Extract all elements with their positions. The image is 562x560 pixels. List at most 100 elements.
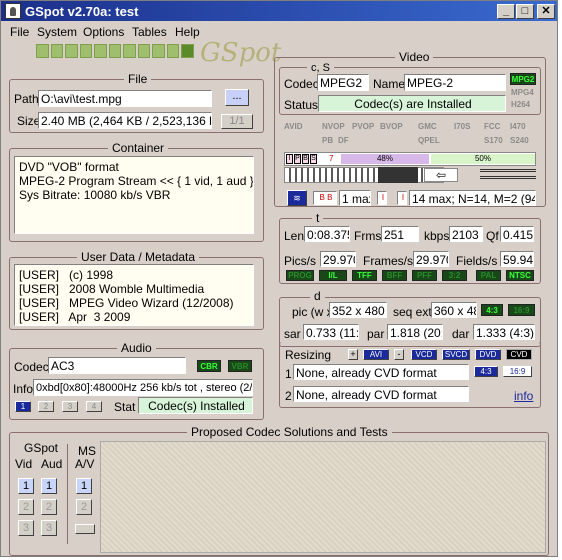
container-group-title: Container [108,141,169,155]
vid-solution-2[interactable]: 2 [18,499,34,515]
gspot-header: GSpot [24,441,59,455]
container-info-text[interactable]: DVD "VOB" format MPEG-2 Program Stream <… [14,156,254,234]
len-field: 0:08.375 [304,226,350,242]
dar-field: 1.333 (4:3) [473,324,535,340]
resize-minus-button[interactable]: - [394,349,404,360]
sar-label: sar [284,327,301,341]
scan-flag-prog: PROG [286,270,314,281]
resize-svcd-button[interactable]: SVCD [442,349,470,360]
par-label: par [367,327,385,341]
path-field[interactable]: O:\avi\test.mpg [38,90,212,107]
flag-pvop: PVOP [352,122,375,131]
vid-solution-1[interactable]: 1 [18,478,34,494]
ratio-4-3-indicator: 4:3 [481,304,503,316]
aud-solution-1[interactable]: 1 [41,478,57,494]
gop-arrow-icon: ⇦ [424,168,458,182]
t-group-title: t [312,211,324,225]
size-field: 2.40 MB (2,464 KB / 2,523,136 byt [38,112,212,129]
flag-gmc: GMC [418,122,437,131]
ratio-16-9-indicator: 16:9 [508,304,535,316]
menu-system[interactable]: System [37,25,77,39]
maximize-button[interactable]: □ [516,4,534,19]
ms-header: MS [78,444,96,458]
scan-flags: PROG I/L TFF BFF PFF 3:2 PAL NTSC [286,270,536,282]
proposed-group-title: Proposed Codec Solutions and Tests [187,425,392,439]
ms-solution-1[interactable]: 1 [76,478,92,494]
ms-av-toggle[interactable] [75,524,95,534]
pct-bar-1: 48% [341,154,429,164]
frames-field: 29.970 [413,251,449,267]
cbr-indicator: CBR [197,360,221,372]
d-group-title: d [310,289,325,303]
av-header: A/V [75,457,95,471]
scan-flag-pal: PAL [476,270,501,281]
audio-info-label: Info [13,382,34,396]
frame-count: 7 [329,154,334,163]
frame-type-i: I [286,154,293,164]
page-indicator: 1/1 [221,114,253,129]
vid-header: Vid [15,457,33,471]
flag-avid: AVID [284,122,303,131]
gop-lines [480,169,536,172]
flag-bvop: BVOP [380,122,403,131]
userdata-group-title: User Data / Metadata [77,250,200,264]
path-label: Path [14,92,39,106]
resize-avi-button[interactable]: AVI [363,349,389,360]
aud-solution-3[interactable]: 3 [41,520,57,536]
menu-options[interactable]: Options [83,25,124,39]
frame-type-bar: I P B S 7 48% 50% [284,152,536,166]
audio-info-field: 0xbd[0x80]:48000Hz 256 kb/s tot , stereo… [33,379,253,396]
resize-vcd-button[interactable]: VCD [411,349,437,360]
video-codec-field: MPEG2 [317,74,369,91]
close-button[interactable]: ✕ [537,4,555,19]
window-title: GSpot v2.70a: test [25,4,139,19]
flag-qpel: QPEL [418,136,440,145]
flag-fcc: FCC [484,122,501,131]
pics-field: 29.970 [320,251,356,267]
par-field: 1.818 (20:1 [387,324,443,340]
frame-type-s: S [310,154,317,164]
gop-graph-icon[interactable]: ≋ [287,190,307,206]
app-icon[interactable] [5,3,21,19]
audio-stream-4[interactable]: 4 [86,401,102,412]
menu-file[interactable]: File [10,25,29,39]
video-status-field: Codec(s) are Installed [318,95,506,112]
kbps-label: kbps [424,229,450,243]
audio-codec-label: Codec [14,360,49,374]
resize-16-9-button[interactable]: 16:9 [503,366,532,377]
frms-label: Frms [354,229,382,243]
resize-row2-num: 2 [285,389,292,403]
userdata-text[interactable]: [USER] (c) 1998 [USER] 2008 Womble Multi… [14,264,254,326]
title-bar[interactable]: GSpot v2.70a: test _ □ ✕ [1,1,557,21]
scan-flag-i-l: I/L [319,270,347,281]
seq-ext-label: seq ext [393,305,432,319]
status-light [65,44,78,58]
status-lights [36,44,195,58]
seq-ext-field: 360 x 48 [431,302,477,318]
browse-button[interactable]: ... [225,89,249,106]
resize-4-3-button[interactable]: 4:3 [474,366,498,377]
vid-solution-3[interactable]: 3 [18,520,34,536]
scan-flag-tff: TFF [352,270,377,281]
resize-dvd-button[interactable]: DVD [475,349,501,360]
aud-solution-2[interactable]: 2 [41,499,57,515]
menu-tables[interactable]: Tables [132,25,167,39]
menu-help[interactable]: Help [175,25,200,39]
audio-stream-3[interactable]: 3 [62,401,78,412]
gspot-logo: GSpot [200,38,282,68]
audio-stream-2[interactable]: 2 [38,401,54,412]
fields-field: 59.94 [500,251,534,267]
status-light [123,44,136,58]
flag-pb: PB [322,136,334,145]
flag-s240: S240 [510,136,529,145]
resize-info-link[interactable]: info [514,389,533,403]
resize-plus-button[interactable]: + [348,349,358,360]
minimize-button[interactable]: _ [497,4,515,19]
status-light [181,44,195,58]
dar-label: dar [452,327,470,341]
ms-solution-2[interactable]: 2 [76,499,92,515]
audio-stream-1[interactable]: 1 [15,401,31,412]
resize-cvd-button[interactable]: CVD [506,349,532,360]
pct-bar-2: 50% [431,154,535,164]
video-flags: AVID NVOP PVOP BVOP GMC I70S FCC I470 PB… [279,117,541,147]
